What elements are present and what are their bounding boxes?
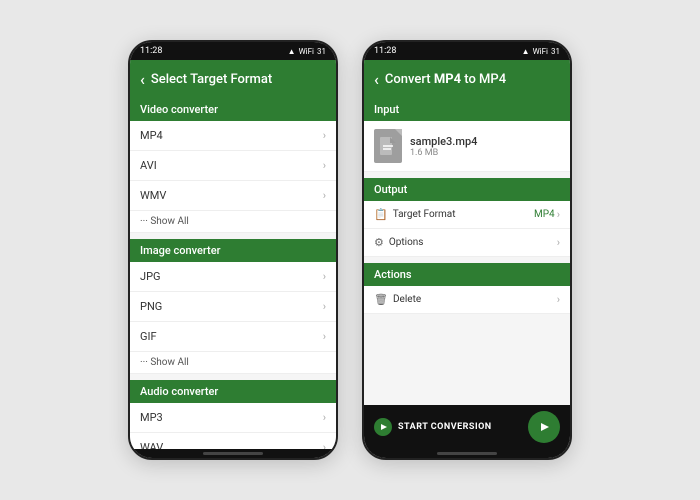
section-header-input: Input (364, 98, 570, 121)
options-row[interactable]: ⚙ Options › (364, 229, 570, 257)
output-target-format-row[interactable]: 📋 Target Format MP4 › (364, 201, 570, 229)
left-time: 11:28 (140, 46, 162, 56)
right-wifi-icon: WiFi (533, 47, 548, 56)
signal-icon: ▲ (288, 47, 296, 56)
avi-label: AVI (140, 159, 157, 172)
battery-icon: 31 (317, 47, 326, 56)
target-format-chevron: › (557, 208, 560, 221)
options-chevron: › (557, 236, 560, 249)
list-item-wav[interactable]: WAV › (130, 433, 336, 449)
delete-icon: 🗑 (374, 293, 388, 306)
file-size: 1.6 MB (410, 148, 477, 158)
list-item-gif[interactable]: GIF › (130, 322, 336, 352)
wmv-label: WMV (140, 189, 166, 202)
right-time: 11:28 (374, 46, 396, 56)
jpg-chevron: › (323, 270, 326, 283)
list-item-png[interactable]: PNG › (130, 292, 336, 322)
left-status-bar: 11:28 ▲ WiFi 31 (130, 42, 336, 60)
wav-chevron: › (323, 441, 326, 449)
start-label: START CONVERSION (398, 422, 492, 432)
left-home-bar (203, 452, 263, 455)
left-home-indicator (130, 449, 336, 458)
gif-label: GIF (140, 330, 157, 343)
right-back-button[interactable]: ‹ (374, 70, 379, 89)
list-item-avi[interactable]: AVI › (130, 151, 336, 181)
start-conversion-button[interactable]: START CONVERSION (374, 418, 492, 436)
right-battery-icon: 31 (551, 47, 560, 56)
wmv-chevron: › (323, 189, 326, 202)
options-icon: ⚙ (374, 236, 384, 249)
play-icon-small (374, 418, 392, 436)
file-info: sample3.mp4 1.6 MB (410, 135, 477, 158)
mp3-chevron: › (323, 411, 326, 424)
section-header-image: Image converter (130, 239, 336, 262)
file-name: sample3.mp4 (410, 135, 477, 148)
list-item-jpg[interactable]: JPG › (130, 262, 336, 292)
right-screen-content: Input sample3.mp4 1.6 MB Output (364, 98, 570, 405)
gif-chevron: › (323, 330, 326, 343)
section-header-video: Video converter (130, 98, 336, 121)
play-button-big[interactable] (528, 411, 560, 443)
delete-chevron: › (557, 293, 560, 306)
left-header-title: Select Target Format (151, 72, 272, 87)
file-item: sample3.mp4 1.6 MB (364, 121, 570, 172)
right-status-bar: 11:28 ▲ WiFi 31 (364, 42, 570, 60)
file-icon (374, 129, 402, 163)
image-show-all[interactable]: ··· Show All (130, 352, 336, 374)
section-header-output: Output (364, 178, 570, 201)
list-item-wmv[interactable]: WMV › (130, 181, 336, 211)
right-header: ‹ Convert MP4 to MP4 (364, 60, 570, 98)
left-header: ‹ Select Target Format (130, 60, 336, 98)
left-back-button[interactable]: ‹ (140, 70, 145, 89)
list-item-mp4[interactable]: MP4 › (130, 121, 336, 151)
target-format-label: Target Format (393, 209, 456, 220)
format-icon: 📋 (374, 208, 388, 221)
left-phone: 11:28 ▲ WiFi 31 ‹ Select Target Format V… (128, 40, 338, 460)
options-label: Options (389, 237, 424, 248)
delete-left: 🗑 Delete (374, 293, 421, 306)
png-label: PNG (140, 300, 162, 313)
wav-label: WAV (140, 441, 163, 449)
right-signal-icon: ▲ (522, 47, 530, 56)
avi-chevron: › (323, 159, 326, 172)
right-home-indicator (364, 449, 570, 458)
right-status-icons: ▲ WiFi 31 (522, 47, 560, 56)
section-header-audio: Audio converter (130, 380, 336, 403)
wifi-icon: WiFi (299, 47, 314, 56)
bottom-bar: START CONVERSION (364, 405, 570, 449)
target-format-left: 📋 Target Format (374, 208, 456, 221)
options-left: ⚙ Options (374, 236, 423, 249)
right-phone: 11:28 ▲ WiFi 31 ‹ Convert MP4 to MP4 Inp… (362, 40, 572, 460)
delete-label: Delete (393, 294, 421, 305)
mp3-label: MP3 (140, 411, 163, 424)
right-home-bar (437, 452, 497, 455)
target-format-value: MP4 › (534, 208, 560, 221)
play-triangle-big (541, 423, 549, 431)
png-chevron: › (323, 300, 326, 313)
play-triangle-small (381, 424, 387, 430)
left-screen-content: Video converter MP4 › AVI › WMV › ··· Sh… (130, 98, 336, 449)
delete-action-row[interactable]: 🗑 Delete › (364, 286, 570, 314)
mp4-chevron: › (323, 129, 326, 142)
video-show-all[interactable]: ··· Show All (130, 211, 336, 233)
left-status-icons: ▲ WiFi 31 (288, 47, 326, 56)
mp4-label: MP4 (140, 129, 163, 142)
section-header-actions: Actions (364, 263, 570, 286)
list-item-mp3[interactable]: MP3 › (130, 403, 336, 433)
right-header-title: Convert MP4 to MP4 (385, 72, 506, 87)
jpg-label: JPG (140, 270, 161, 283)
